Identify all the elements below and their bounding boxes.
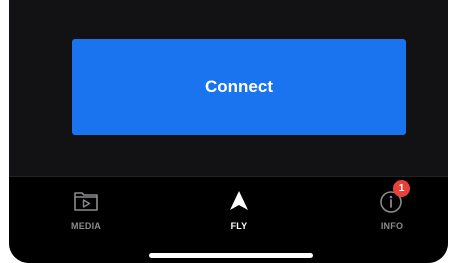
notification-badge: 1 — [393, 180, 410, 197]
tab-fly-label: FLY — [230, 221, 248, 231]
home-indicator[interactable] — [149, 253, 313, 258]
media-folder-icon — [68, 185, 104, 217]
tab-fly[interactable]: FLY — [199, 185, 279, 241]
info-icon: 1 — [374, 180, 410, 217]
tab-info-label: INFO — [380, 221, 404, 231]
connect-button[interactable]: Connect — [72, 39, 406, 135]
fly-arrow-icon — [221, 185, 257, 217]
tab-bar: MEDIA FLY 1 INFO — [9, 176, 448, 263]
main-content: Connect — [9, 0, 448, 176]
tab-media[interactable]: MEDIA — [46, 185, 126, 241]
tab-media-label: MEDIA — [71, 221, 101, 231]
tab-info[interactable]: 1 INFO — [352, 180, 432, 241]
app-screen: Connect MEDIA FLY 1 INFO — [9, 0, 448, 263]
